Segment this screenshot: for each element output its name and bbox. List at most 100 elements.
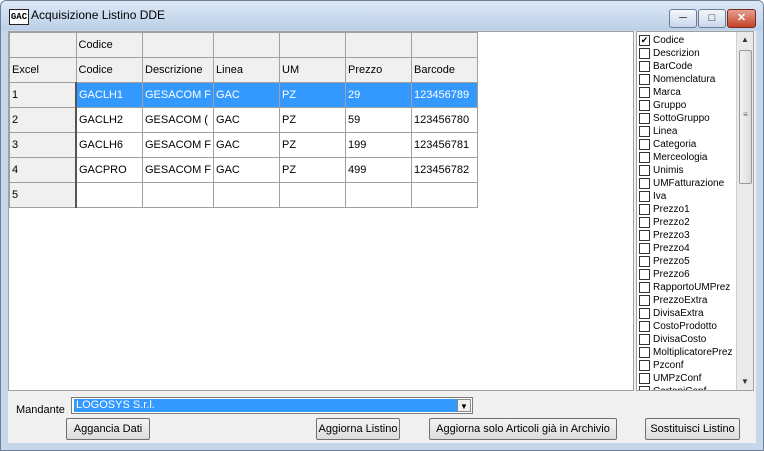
checkbox[interactable] [639,282,650,293]
checkbox[interactable] [639,178,650,189]
checkbox[interactable] [639,204,650,215]
checkbox[interactable] [639,165,650,176]
table-cell[interactable]: PZ [279,132,347,158]
header-cell[interactable] [141,32,215,58]
header-cell[interactable]: Excel [9,57,77,83]
field-list-item[interactable]: CostoProdotto [639,320,739,333]
checkbox[interactable] [639,308,650,319]
field-list-item[interactable]: Prezzo5 [639,255,739,268]
scroll-up-arrow-icon[interactable]: ▲ [737,32,753,48]
field-list-item[interactable]: Prezzo6 [639,268,739,281]
table-row[interactable]: 5 [9,182,479,208]
table-cell[interactable]: GAC [213,132,281,158]
checkbox[interactable] [639,126,650,137]
field-list-item[interactable]: DivisaExtra [639,307,739,320]
table-row[interactable]: Codice [9,32,479,58]
field-list-item[interactable]: DivisaCosto [639,333,739,346]
field-list[interactable]: ✔ Codice Descrizion BarCode Nomenclatura Marc… [636,31,754,391]
table-cell[interactable]: GESACOM F [141,132,215,158]
field-list-item[interactable]: Nomenclatura [639,73,739,86]
table-cell[interactable] [345,182,413,208]
row-header[interactable]: 4 [9,157,77,183]
row-header[interactable]: 1 [9,82,77,108]
checkbox[interactable] [639,139,650,150]
table-cell[interactable]: 123456782 [411,157,479,183]
table-cell[interactable]: GACLH2 [75,107,143,133]
table-cell[interactable]: PZ [279,82,347,108]
checkbox[interactable] [639,48,650,59]
checkbox[interactable] [639,191,650,202]
field-list-item[interactable]: Gruppo [639,99,739,112]
table-cell[interactable] [411,182,479,208]
maximize-button[interactable]: □ [698,9,726,28]
table-cell[interactable] [279,182,347,208]
header-cell[interactable]: Codice [75,57,143,83]
field-list-item[interactable]: Categoria [639,138,739,151]
checkbox[interactable] [639,360,650,371]
checkbox[interactable] [639,74,650,85]
table-cell[interactable]: 123456781 [411,132,479,158]
field-list-item[interactable]: Pzconf [639,359,739,372]
data-grid[interactable]: Codice Excel Codice Descrizione Linea UM Prezz… [8,31,634,391]
header-cell[interactable] [411,32,479,58]
header-cell[interactable]: Linea [213,57,281,83]
app-logo-icon[interactable]: GAC [9,9,29,25]
field-list-item[interactable]: Merceologia [639,151,739,164]
table-cell[interactable]: GACPRO [75,157,143,183]
field-list-item[interactable]: UMFatturazione [639,177,739,190]
checkmark-icon[interactable]: ✔ [639,35,650,46]
checkbox[interactable] [639,347,650,358]
table-row[interactable]: 3 GACLH6 GESACOM F GAC PZ 199 123456781 [9,132,479,158]
checkbox[interactable] [639,113,650,124]
checkbox[interactable] [639,100,650,111]
header-cell[interactable]: UM [279,57,347,83]
checkbox[interactable] [639,87,650,98]
checkbox[interactable] [639,243,650,254]
table-cell[interactable]: GACLH1 [75,82,143,108]
scroll-down-arrow-icon[interactable]: ▼ [737,374,753,390]
row-header[interactable]: 2 [9,107,77,133]
mandante-select[interactable]: LOGOSYS S.r.l. ▼ [71,397,473,414]
field-list-item[interactable]: UMPzConf [639,372,739,385]
header-cell[interactable]: Descrizione [141,57,215,83]
field-list-scrollbar[interactable]: ▲ ≡ ▼ [736,32,753,390]
checkbox[interactable] [639,334,650,345]
row-header[interactable]: 5 [9,182,77,208]
table-cell[interactable]: PZ [279,107,347,133]
header-cell[interactable] [213,32,281,58]
table-row[interactable]: Excel Codice Descrizione Linea UM Prezzo Barco… [9,57,479,83]
header-cell[interactable]: Barcode [411,57,479,83]
table-cell[interactable]: GAC [213,157,281,183]
checkbox[interactable] [639,230,650,241]
field-list-item[interactable]: Descrizion [639,47,739,60]
checkbox[interactable] [639,61,650,72]
table-cell[interactable]: 199 [345,132,413,158]
table-row[interactable]: 2 GACLH2 GESACOM (GAC PZ 59 123456780 [9,107,479,133]
field-list-item[interactable]: BarCode [639,60,739,73]
field-list-item[interactable]: PrezzoExtra [639,294,739,307]
header-cell[interactable] [9,32,77,58]
checkbox[interactable] [639,269,650,280]
header-cell[interactable]: Prezzo [345,57,413,83]
table-cell[interactable] [75,182,143,208]
table-cell[interactable]: GESACOM F [141,157,215,183]
table-cell[interactable] [213,182,281,208]
field-list-item[interactable]: RapportoUMPrez [639,281,739,294]
field-list-item[interactable]: ✔ Codice [639,34,739,47]
aggancia-dati-button[interactable]: Aggancia Dati [66,418,150,440]
header-cell[interactable] [345,32,413,58]
table-cell[interactable]: 123456780 [411,107,479,133]
table-row[interactable]: 1 GACLH1 GESACOM F GAC PZ 29 123456789 [9,82,479,108]
table-cell[interactable]: 499 [345,157,413,183]
table-cell[interactable]: GACLH6 [75,132,143,158]
minimize-button[interactable]: ─ [669,9,697,28]
chevron-down-icon[interactable]: ▼ [457,399,471,412]
field-list-item[interactable]: Linea [639,125,739,138]
field-list-item[interactable]: Iva [639,190,739,203]
checkbox[interactable] [639,295,650,306]
checkbox[interactable] [639,373,650,384]
field-list-item[interactable]: CartoniConf [639,385,739,390]
field-list-item[interactable]: Prezzo3 [639,229,739,242]
table-row[interactable]: 4 GACPRO GESACOM F GAC PZ 499 123456782 [9,157,479,183]
title-bar[interactable]: GAC Acquisizione Listino DDE ─ □ ✕ [1,1,763,30]
